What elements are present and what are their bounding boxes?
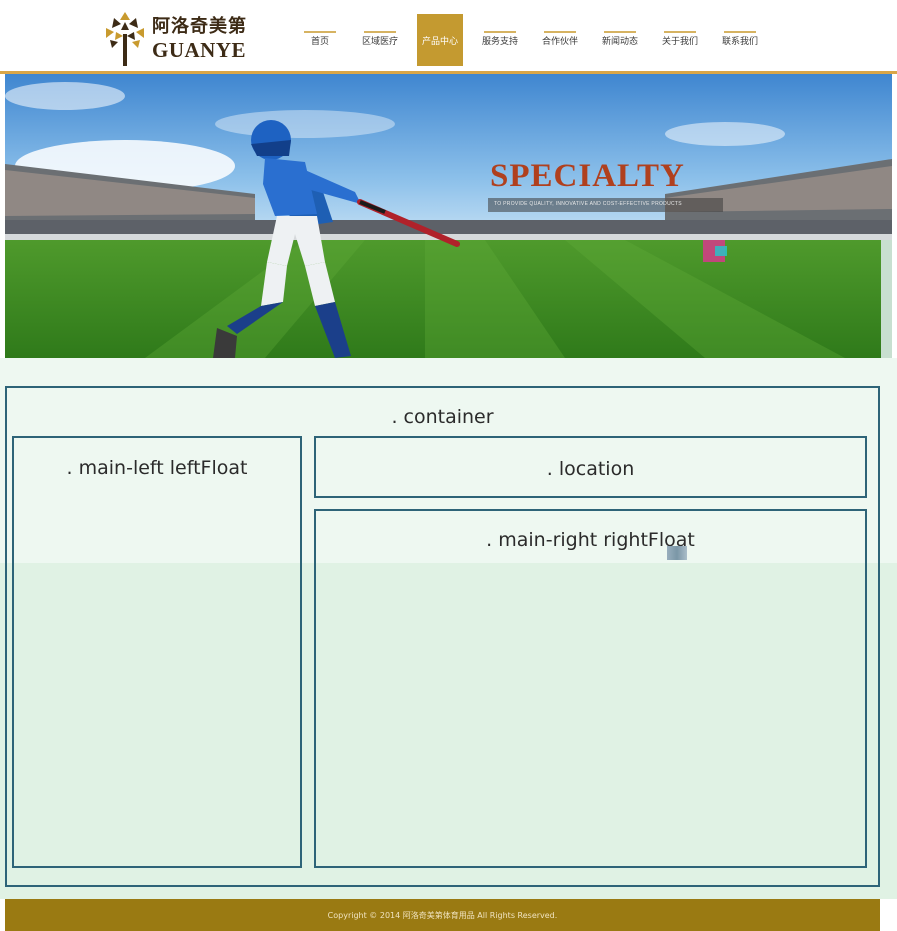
main-left-box: . main-left leftFloat [12, 436, 302, 868]
nav-item-label: 新闻动态 [601, 37, 638, 47]
nav-item-label: 合作伙伴 [541, 37, 578, 47]
nav-item-label: 关于我们 [661, 37, 698, 47]
nav-divider [484, 31, 516, 33]
nav-item-news[interactable]: 新闻动态 [590, 14, 650, 66]
location-box: . location [314, 436, 867, 498]
brand-name-en: GUANYE [152, 38, 247, 62]
nav-item-products[interactable]: 产品中心 [417, 14, 463, 66]
nav-divider [604, 31, 636, 33]
nav-item-contact[interactable]: 联系我们 [710, 14, 770, 66]
nav-divider [544, 31, 576, 33]
nav-item-label: 产品中心 [421, 37, 458, 47]
main-right-label: . main-right rightFloat [486, 529, 695, 551]
banner-headline: SPECIALTY [490, 158, 685, 194]
nav-item-service-support[interactable]: 服务支持 [470, 14, 530, 66]
location-label: . location [546, 458, 635, 480]
nav-divider [304, 31, 336, 33]
nav-divider [664, 31, 696, 33]
main-left-label: . main-left leftFloat [66, 457, 248, 479]
nav-item-label: 服务支持 [481, 37, 518, 47]
main-right-box: . main-right rightFloat [314, 509, 867, 868]
brand-name-cn: 阿洛奇美第 [152, 16, 247, 37]
stadium-batter-image [5, 74, 892, 358]
nav-item-about[interactable]: 关于我们 [650, 14, 710, 66]
nav-item-regional-medical[interactable]: 区域医疗 [350, 14, 410, 66]
nav-item-label: 区域医疗 [361, 37, 398, 47]
site-header: 阿洛奇美第 GUANYE 首页 区域医疗 产品中心 服务支持 合作伙伴 新闻动态… [0, 0, 897, 72]
footer-copyright: Copyright © 2014 阿洛奇美第体育用品 All Rights Re… [327, 911, 558, 920]
hero-banner: SPECIALTY TO PROVIDE QUALITY, INNOVATIVE… [5, 74, 892, 358]
brand-logo[interactable]: 阿洛奇美第 GUANYE [102, 8, 262, 66]
site-footer: Copyright © 2014 阿洛奇美第体育用品 All Rights Re… [5, 899, 880, 931]
nav-item-partners[interactable]: 合作伙伴 [530, 14, 590, 66]
nav-divider [364, 31, 396, 33]
nav-item-home[interactable]: 首页 [290, 14, 350, 66]
nav-item-label: 联系我们 [721, 37, 758, 47]
nav-item-label: 首页 [310, 37, 329, 47]
banner-subtitle: TO PROVIDE QUALITY, INNOVATIVE AND COST-… [494, 201, 682, 207]
image-glitch-artifact [667, 546, 687, 560]
main-nav: 首页 区域医疗 产品中心 服务支持 合作伙伴 新闻动态 关于我们 联系我们 [290, 14, 770, 66]
page: 阿洛奇美第 GUANYE 首页 区域医疗 产品中心 服务支持 合作伙伴 新闻动态… [0, 0, 897, 931]
tree-logo-icon [106, 12, 144, 66]
container-label: . container [391, 406, 494, 428]
nav-divider [724, 31, 756, 33]
